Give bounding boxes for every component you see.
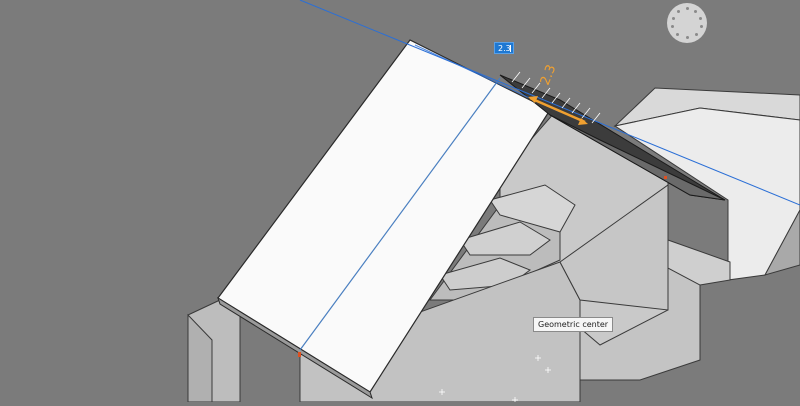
navigation-wheel-icon[interactable] — [667, 3, 707, 43]
nav-dot — [685, 36, 689, 39]
nav-dot — [671, 25, 674, 28]
nav-dot — [695, 33, 698, 36]
nav-dot — [672, 17, 675, 20]
nav-dot — [699, 17, 702, 20]
3d-viewport[interactable]: 2.3 2.3 Geometric center — [0, 0, 800, 403]
scene-svg[interactable]: 2.3 — [0, 0, 800, 403]
nav-dot — [677, 10, 680, 13]
nav-dot — [694, 10, 697, 13]
nav-dot — [700, 25, 703, 28]
nav-dot — [676, 33, 679, 36]
dimension-input-value: 2.3 — [498, 44, 511, 53]
snap-tooltip: Geometric center — [533, 317, 614, 332]
dimension-input-field[interactable]: 2.3 — [494, 42, 514, 54]
snap-marker — [664, 176, 667, 179]
text-caret — [510, 45, 511, 52]
dimension-label: 2.3 — [538, 63, 560, 88]
nav-dot — [685, 7, 689, 10]
snap-marker — [298, 352, 301, 357]
